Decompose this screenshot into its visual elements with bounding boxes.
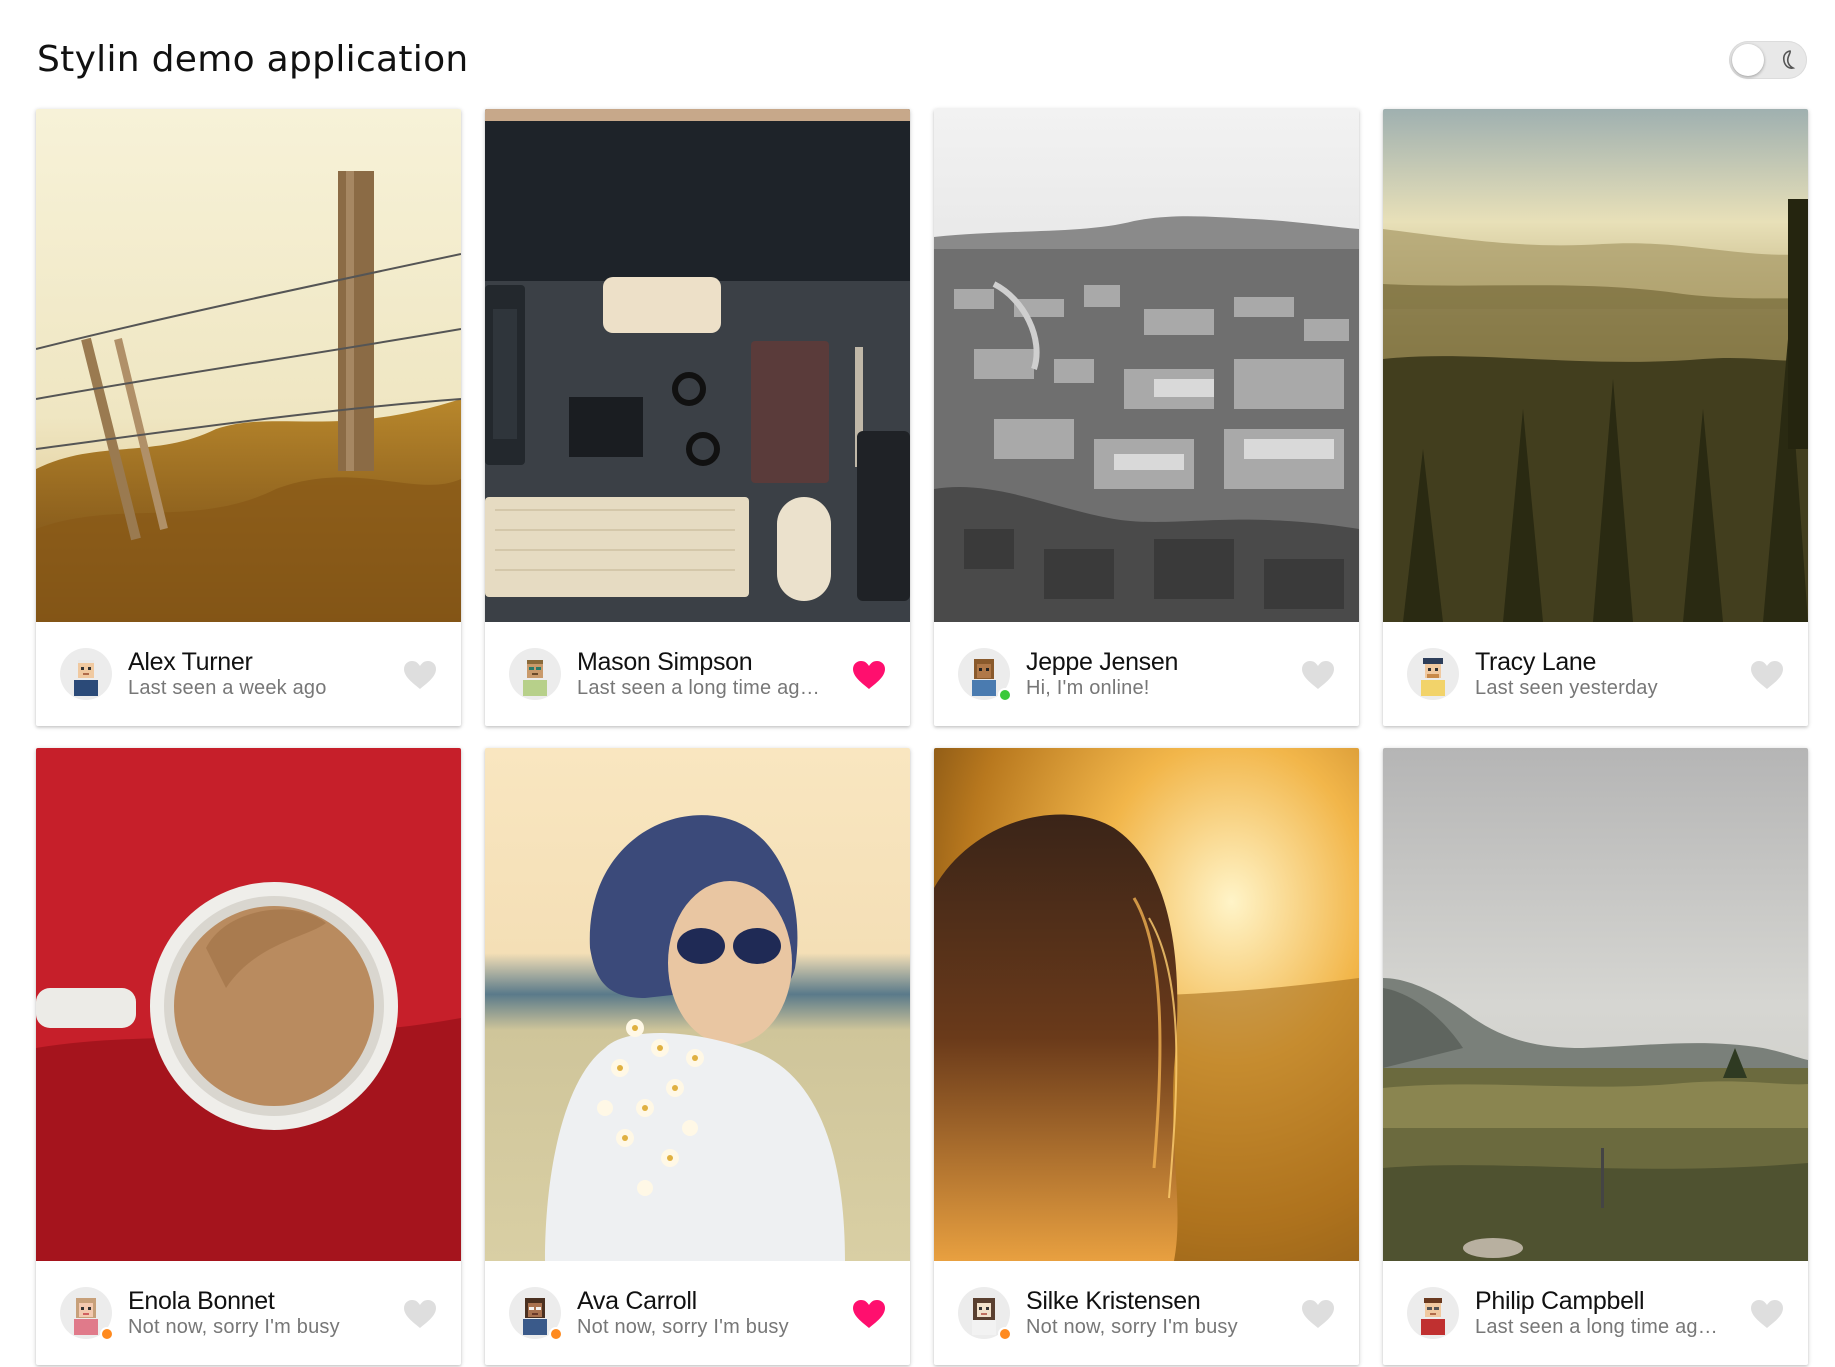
profile-grid: Alex Turner Last seen a week ago Mason S… (36, 109, 1810, 1365)
pixel-avatar-icon (1421, 1298, 1445, 1335)
user-name: Alex Turner (128, 648, 253, 676)
card-footer: Philip Campbell Last seen a long time ag… (1383, 1261, 1808, 1365)
heart-icon (1751, 661, 1783, 689)
user-status: Not now, sorry I'm busy (1026, 1316, 1238, 1338)
pixel-avatar-icon (1421, 658, 1445, 696)
profile-card[interactable]: Philip Campbell Last seen a long time ag… (1383, 748, 1808, 1365)
user-status: Hi, I'm online! (1026, 677, 1150, 699)
user-name: Silke Kristensen (1026, 1287, 1201, 1315)
page: Stylin demo application Alex Turner Last… (0, 0, 1835, 1367)
card-footer: Enola Bonnet Not now, sorry I'm busy (36, 1261, 461, 1365)
avatar (509, 648, 561, 700)
avatar (60, 648, 112, 700)
user-status: Last seen a long time ago... (577, 677, 827, 699)
heart-icon (1302, 1300, 1334, 1328)
like-button[interactable] (403, 1299, 437, 1329)
profile-card[interactable]: Jeppe Jensen Hi, I'm online! (934, 109, 1359, 726)
avatar (958, 1287, 1012, 1341)
pixel-avatar-icon (74, 1298, 98, 1335)
avatar (1407, 1287, 1459, 1339)
moon-icon (1782, 50, 1796, 69)
like-button[interactable] (1750, 660, 1784, 690)
like-button[interactable] (852, 660, 886, 690)
avatar (1407, 648, 1459, 700)
heart-icon (853, 661, 885, 689)
online-status-dot (998, 688, 1012, 702)
user-name: Philip Campbell (1475, 1287, 1645, 1315)
like-button[interactable] (1301, 1299, 1335, 1329)
photo-mountain-plain-cloudy (1383, 748, 1808, 1261)
pixel-avatar-icon (523, 660, 547, 696)
photo-fence-field (36, 109, 461, 622)
profile-card[interactable]: Alex Turner Last seen a week ago (36, 109, 461, 726)
heart-icon (853, 1300, 885, 1328)
card-footer: Jeppe Jensen Hi, I'm online! (934, 622, 1359, 726)
photo-woman-sunglasses-flowers (485, 748, 910, 1261)
pixel-avatar-icon (74, 660, 98, 696)
profile-card[interactable]: Tracy Lane Last seen yesterday (1383, 109, 1808, 726)
profile-card[interactable]: Silke Kristensen Not now, sorry I'm busy (934, 748, 1359, 1365)
photo-hazy-valley (1383, 109, 1808, 622)
user-name: Jeppe Jensen (1026, 648, 1179, 676)
user-status: Last seen yesterday (1475, 677, 1658, 699)
user-name: Enola Bonnet (128, 1287, 275, 1315)
card-footer: Mason Simpson Last seen a long time ago.… (485, 622, 910, 726)
heart-icon (1751, 1300, 1783, 1328)
pixel-avatar-icon (523, 1298, 547, 1335)
card-footer: Alex Turner Last seen a week ago (36, 622, 461, 726)
card-footer: Tracy Lane Last seen yesterday (1383, 622, 1808, 726)
profile-card[interactable]: Enola Bonnet Not now, sorry I'm busy (36, 748, 461, 1365)
user-name: Tracy Lane (1475, 648, 1597, 676)
photo-desk-workspace (485, 109, 910, 622)
user-status: Last seen a week ago (128, 677, 327, 699)
toggle-knob (1732, 44, 1764, 76)
user-status: Not now, sorry I'm busy (577, 1316, 789, 1338)
photo-coffee-cup-red (36, 748, 461, 1261)
busy-status-dot (100, 1327, 114, 1341)
photo-hair-sunset (934, 748, 1359, 1261)
theme-toggle[interactable] (1729, 41, 1807, 79)
heart-icon (404, 1300, 436, 1328)
user-name: Ava Carroll (577, 1287, 697, 1315)
user-status: Not now, sorry I'm busy (128, 1316, 340, 1338)
busy-status-dot (549, 1327, 563, 1341)
like-button[interactable] (403, 660, 437, 690)
user-name: Mason Simpson (577, 648, 753, 676)
user-status: Last seen a long time ago... (1475, 1316, 1725, 1338)
heart-icon (1302, 661, 1334, 689)
busy-status-dot (998, 1327, 1012, 1341)
card-footer: Silke Kristensen Not now, sorry I'm busy (934, 1261, 1359, 1365)
avatar (60, 1287, 114, 1341)
pixel-avatar-icon (972, 659, 996, 696)
photo-city-aerial-bw (934, 109, 1359, 622)
app-title: Stylin demo application (37, 39, 469, 80)
pixel-avatar-icon (972, 1298, 996, 1335)
heart-icon (404, 661, 436, 689)
like-button[interactable] (1301, 660, 1335, 690)
like-button[interactable] (852, 1299, 886, 1329)
avatar (958, 648, 1012, 702)
profile-card[interactable]: Ava Carroll Not now, sorry I'm busy (485, 748, 910, 1365)
avatar (509, 1287, 563, 1341)
card-footer: Ava Carroll Not now, sorry I'm busy (485, 1261, 910, 1365)
like-button[interactable] (1750, 1299, 1784, 1329)
profile-card[interactable]: Mason Simpson Last seen a long time ago.… (485, 109, 910, 726)
